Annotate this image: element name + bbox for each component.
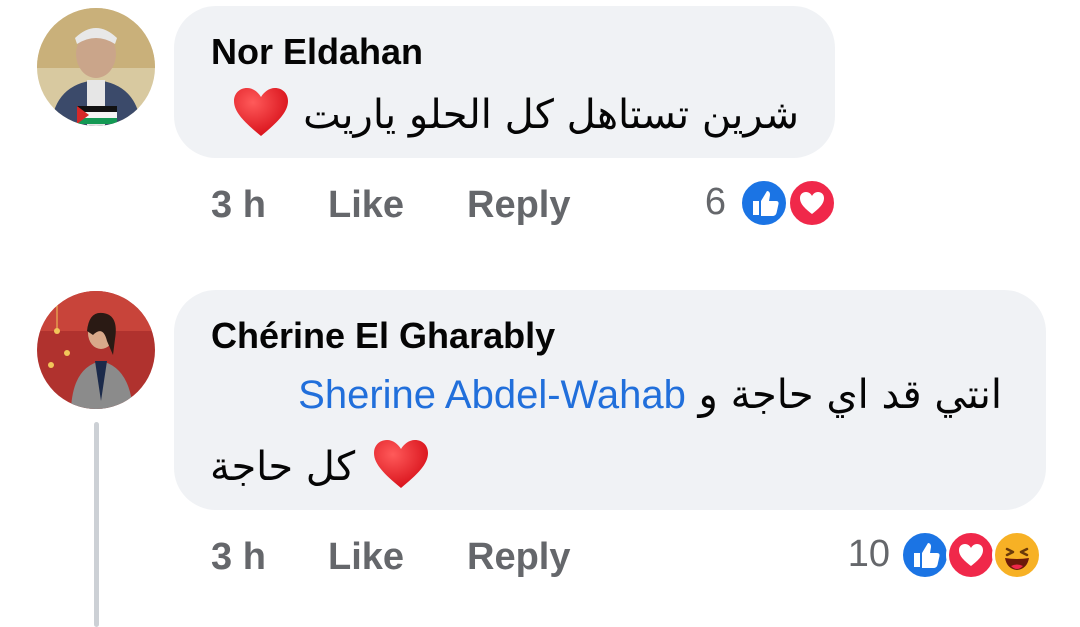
like-button[interactable]: Like (328, 536, 404, 579)
comment-text-content: شرين تستاهل كل الحلو ياريت (303, 92, 799, 138)
like-reaction-icon[interactable] (900, 530, 950, 580)
heart-icon (372, 438, 430, 500)
reaction-count[interactable]: 10 (830, 533, 890, 576)
haha-reaction-icon[interactable] (992, 530, 1042, 580)
reaction-count[interactable]: 6 (680, 181, 726, 224)
comment-text-rtl: انتي قد اي حاجة و (698, 372, 1002, 418)
like-button[interactable]: Like (328, 184, 404, 227)
love-reaction-icon[interactable] (946, 530, 996, 580)
reply-button[interactable]: Reply (467, 184, 570, 227)
comment-text-rtl: كل حاجة (210, 444, 356, 490)
comment-text: شرين تستاهل كل الحلو ياريت (232, 86, 799, 148)
reply-button[interactable]: Reply (467, 536, 570, 579)
love-reaction-icon[interactable] (787, 178, 837, 228)
comment-author[interactable]: Nor Eldahan (211, 31, 423, 73)
thread-line (94, 422, 99, 627)
comment-text-line-1: Sherine Abdel-Wahab انتي قد اي حاجة و (298, 372, 1002, 418)
mention-link[interactable]: Sherine Abdel-Wahab (298, 373, 686, 417)
comment-timestamp[interactable]: 3 h (211, 536, 266, 579)
comment-bubble-1: Nor Eldahan شرين تستاهل كل الحلو ياريت (174, 6, 835, 158)
avatar-image (37, 291, 155, 409)
comment-bubble-2: Chérine El Gharably Sherine Abdel-Wahab … (174, 290, 1046, 510)
avatar-image (37, 8, 155, 126)
heart-icon (232, 86, 290, 148)
comment-timestamp[interactable]: 3 h (211, 184, 266, 227)
comment-text-line-2: كل حاجة (210, 438, 430, 500)
avatar-nor-eldahan[interactable] (37, 8, 155, 126)
like-reaction-icon[interactable] (739, 178, 789, 228)
comment-author[interactable]: Chérine El Gharably (211, 315, 555, 357)
avatar-cherine-el-gharably[interactable] (37, 291, 155, 409)
